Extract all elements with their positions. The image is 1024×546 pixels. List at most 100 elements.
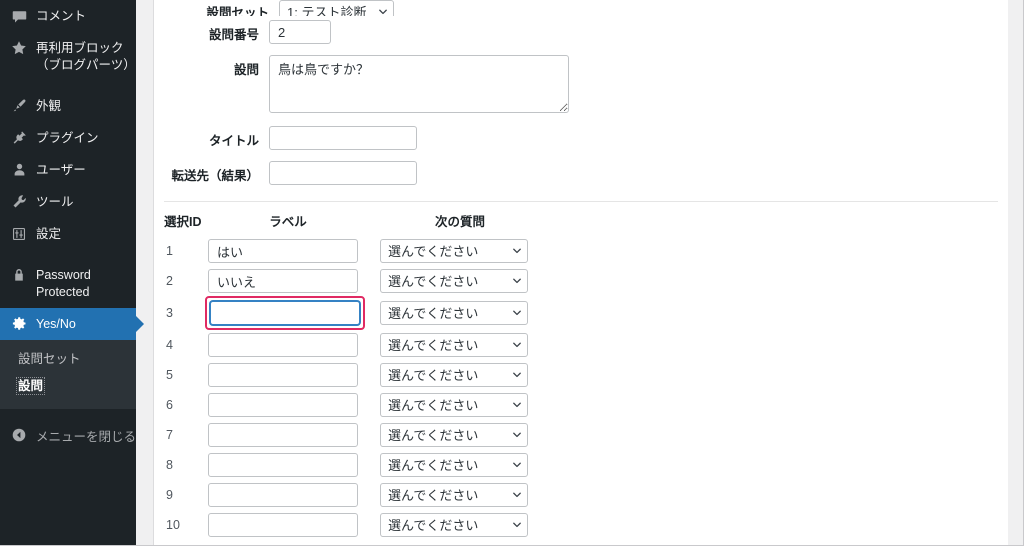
choice-label-cell	[208, 360, 368, 390]
lock-icon	[9, 266, 29, 284]
sidebar-item-label-line2: Protected	[36, 284, 90, 299]
sidebar-submenu-item-question[interactable]: 設問	[0, 373, 136, 401]
choice-next-cell: 選んでください	[368, 450, 540, 480]
choice-label-cell	[208, 420, 368, 450]
choice-label-input[interactable]	[208, 333, 358, 357]
choice-id: 10	[166, 518, 180, 532]
choice-row: 10 選んでください	[164, 510, 540, 540]
sidebar-item-label: プラグイン	[36, 130, 99, 145]
choice-label-cell	[205, 296, 368, 330]
choice-next-cell: 選んでください	[368, 330, 540, 360]
choice-label-input[interactable]	[208, 453, 358, 477]
question-number-input[interactable]	[269, 20, 331, 44]
sidebar-item-users[interactable]: ユーザー	[0, 154, 136, 186]
sidebar-item-plugins[interactable]: プラグイン	[0, 122, 136, 154]
sidebar-item-label: Yes/No	[36, 316, 76, 331]
choices-header-label: ラベル	[269, 215, 307, 229]
choice-next-cell: 選んでください	[368, 510, 540, 540]
title-input[interactable]	[269, 126, 417, 150]
wrench-icon	[9, 193, 29, 211]
question-text-cell: 鳥は鳥ですか？	[269, 51, 1008, 122]
sidebar-submenu-label: 設問	[15, 377, 46, 395]
plug-icon	[9, 129, 29, 147]
sidebar-item-label: ユーザー	[36, 162, 86, 177]
question-set-select[interactable]: 1: テスト診断	[279, 0, 394, 16]
question-set-row: 設問セット 1: テスト診断	[154, 0, 1008, 16]
choice-label-input[interactable]	[208, 423, 358, 447]
choice-next-select-wrap[interactable]: 選んでください	[380, 453, 528, 477]
choice-next-select-wrap[interactable]: 選んでください	[380, 363, 528, 387]
redirect-row: 転送先（結果）	[154, 157, 1008, 192]
sliders-icon	[9, 225, 29, 243]
sidebar-item-label: 設定	[36, 226, 62, 241]
choice-next-select-wrap[interactable]: 選んでください	[380, 423, 528, 447]
sidebar-item-yes-no[interactable]: Yes/No	[0, 307, 144, 340]
choice-id: 9	[166, 488, 173, 502]
section-divider	[164, 201, 998, 202]
content-area: 設問セット 1: テスト診断 設問番号 設問	[153, 0, 1008, 545]
choice-label-input[interactable]	[208, 269, 358, 293]
redirect-cell	[269, 157, 1008, 192]
sidebar-item-label: Password Protected	[36, 266, 136, 301]
choice-next-cell: 選んでください	[368, 420, 540, 450]
sidebar-item-reusable-blocks[interactable]: 再利用ブロック （ブログパーツ）	[0, 32, 136, 81]
sidebar-separator	[0, 81, 136, 90]
choice-id: 8	[166, 458, 173, 472]
choice-next-select[interactable]: 選んでください	[380, 269, 528, 293]
choice-row: 6 選んでください	[164, 390, 540, 420]
choice-next-select-wrap[interactable]: 選んでください	[380, 483, 528, 507]
choice-next-select[interactable]: 選んでください	[380, 423, 528, 447]
choice-next-select[interactable]: 選んでください	[380, 393, 528, 417]
choice-next-select-wrap[interactable]: 選んでください	[380, 269, 528, 293]
choice-next-select[interactable]: 選んでください	[380, 363, 528, 387]
question-set-select-wrap[interactable]: 1: テスト診断	[279, 0, 394, 16]
choices-table: 選択ID ラベル 次の質問 1 選んでください 2 選んでください 3 選んでください 4 選…	[164, 211, 540, 540]
sidebar-item-appearance[interactable]: 外観	[0, 90, 136, 122]
question-text-textarea[interactable]: 鳥は鳥ですか？	[269, 55, 569, 113]
choices-header-row: 選択ID ラベル 次の質問	[164, 211, 540, 236]
choice-next-select-wrap[interactable]: 選んでください	[380, 333, 528, 357]
sidebar-item-label-line1: 再利用ブロック	[36, 41, 124, 55]
question-set-label: 設問セット	[206, 6, 269, 16]
choice-next-select-wrap[interactable]: 選んでください	[380, 393, 528, 417]
choice-next-select-wrap[interactable]: 選んでください	[380, 239, 528, 263]
question-number-cell	[269, 16, 1008, 51]
choice-label-input[interactable]	[208, 363, 358, 387]
choice-row: 4 選んでください	[164, 330, 540, 360]
choice-label-highlight	[205, 296, 365, 330]
choice-label-input[interactable]	[208, 239, 358, 263]
choices-tbody: 1 選んでください 2 選んでください 3 選んでください 4 選んでください 5 選んでください…	[164, 236, 540, 540]
choice-label-input[interactable]	[210, 301, 360, 325]
sidebar-item-password-protected[interactable]: Password Protected	[0, 259, 136, 308]
choice-next-select[interactable]: 選んでください	[380, 333, 528, 357]
choice-label-input[interactable]	[208, 483, 358, 507]
choice-next-select-wrap[interactable]: 選んでください	[380, 513, 528, 537]
sidebar-item-settings[interactable]: 設定	[0, 218, 136, 250]
choice-next-select[interactable]: 選んでください	[380, 239, 528, 263]
choice-next-select[interactable]: 選んでください	[380, 453, 528, 477]
choice-id: 3	[166, 306, 173, 320]
choice-next-select[interactable]: 選んでください	[380, 513, 528, 537]
sidebar-item-comments[interactable]: コメント	[0, 0, 136, 32]
screen: コメント 再利用ブロック （ブログパーツ） 外観 プラグイン ユーザー ツール …	[0, 0, 1024, 546]
choice-next-cell: 選んでください	[368, 296, 540, 330]
collapse-menu-button[interactable]: メニューを閉じる	[0, 418, 136, 453]
redirect-label: 転送先（結果）	[171, 169, 259, 183]
choice-id: 1	[166, 244, 173, 258]
admin-sidebar: コメント 再利用ブロック （ブログパーツ） 外観 プラグイン ユーザー ツール …	[0, 0, 144, 545]
sidebar-submenu-label: 設問セット	[18, 351, 81, 366]
choice-label-input[interactable]	[208, 393, 358, 417]
choice-next-select-wrap[interactable]: 選んでください	[380, 301, 528, 325]
choice-next-select[interactable]: 選んでください	[380, 483, 528, 507]
sidebar-item-tools[interactable]: ツール	[0, 186, 136, 218]
redirect-input[interactable]	[269, 161, 417, 185]
choice-label-cell	[208, 266, 368, 296]
comment-icon	[9, 7, 29, 25]
question-text-row: 設問 鳥は鳥ですか？	[154, 51, 1008, 122]
choice-next-cell: 選んでください	[368, 266, 540, 296]
collapse-menu-label: メニューを閉じる	[36, 429, 137, 444]
choice-next-select[interactable]: 選んでください	[380, 301, 528, 325]
choice-label-input[interactable]	[208, 513, 358, 537]
sidebar-submenu-item-question-set[interactable]: 設問セット	[0, 346, 136, 374]
choice-id: 5	[166, 368, 173, 382]
